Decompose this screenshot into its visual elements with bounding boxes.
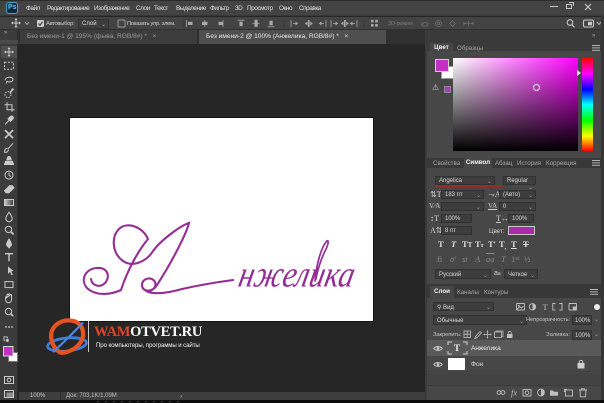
svg-text:нжелика: нжелика xyxy=(235,254,359,295)
svg-text:T: T xyxy=(543,302,549,312)
svg-text:fx: fx xyxy=(511,388,517,398)
